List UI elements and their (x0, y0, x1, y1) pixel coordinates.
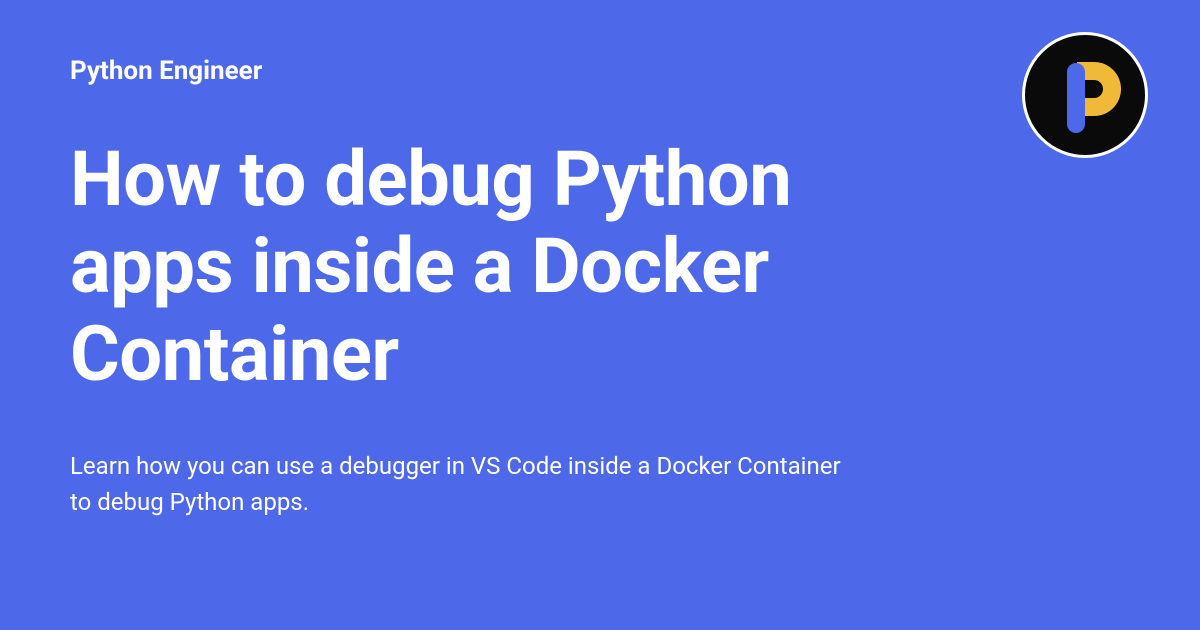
site-name: Python Engineer (70, 56, 1130, 86)
logo-icon (1025, 35, 1145, 155)
brand-logo (1022, 32, 1148, 158)
card-container: Python Engineer How to debug Python apps… (0, 0, 1200, 630)
logo-bar-shape (1067, 63, 1085, 133)
page-title: How to debug Python apps inside a Docker… (70, 136, 970, 398)
page-description: Learn how you can use a debugger in VS C… (70, 448, 850, 520)
